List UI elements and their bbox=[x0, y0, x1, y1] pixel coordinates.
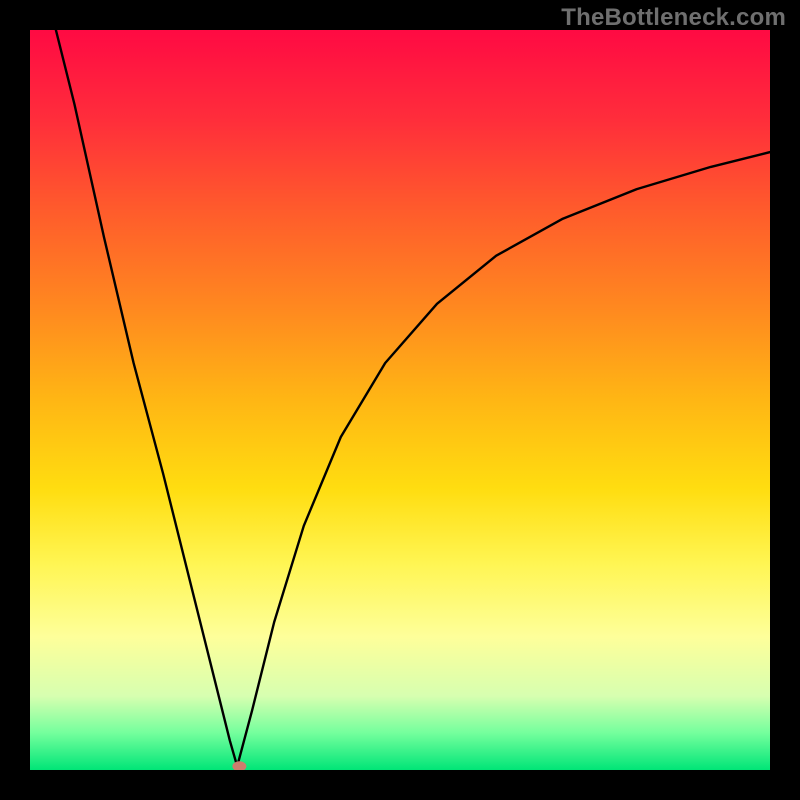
watermark-text: TheBottleneck.com bbox=[561, 4, 786, 32]
plot-area bbox=[30, 30, 770, 770]
curve-right-branch bbox=[237, 152, 770, 766]
vertex-marker bbox=[232, 761, 246, 770]
curve-svg bbox=[30, 30, 770, 770]
chart-frame: TheBottleneck.com bbox=[0, 0, 800, 800]
curve-left-branch bbox=[56, 30, 237, 766]
